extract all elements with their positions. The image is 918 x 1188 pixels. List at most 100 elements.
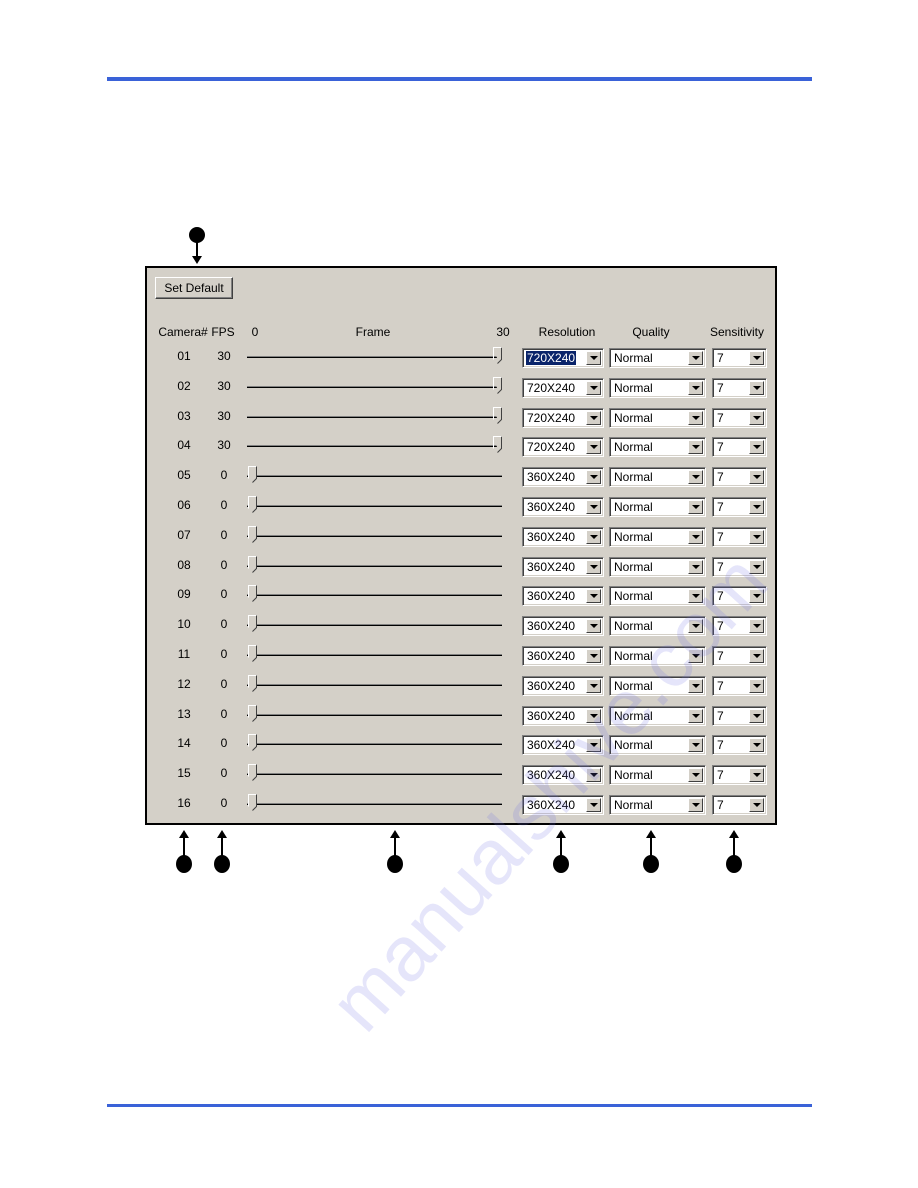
- resolution-select[interactable]: 360X240: [522, 586, 604, 607]
- frame-slider-thumb[interactable]: [248, 794, 257, 811]
- dropdown-arrow-icon[interactable]: [586, 768, 601, 783]
- dropdown-arrow-icon[interactable]: [749, 470, 764, 485]
- frame-slider-thumb[interactable]: [248, 555, 257, 573]
- frame-slider-track[interactable]: [247, 773, 502, 776]
- frame-slider-thumb[interactable]: [248, 764, 257, 782]
- sensitivity-select[interactable]: 7: [712, 735, 767, 756]
- resolution-select[interactable]: 360X240: [522, 497, 604, 517]
- resolution-select[interactable]: 720X240: [522, 437, 604, 458]
- sensitivity-select[interactable]: 7: [712, 407, 767, 428]
- quality-select[interactable]: Normal: [609, 586, 706, 607]
- dropdown-arrow-icon[interactable]: [749, 649, 764, 663]
- dropdown-arrow-icon[interactable]: [688, 470, 703, 485]
- dropdown-arrow-icon[interactable]: [586, 440, 601, 455]
- quality-select[interactable]: Normal: [609, 348, 706, 368]
- dropdown-arrow-icon[interactable]: [586, 410, 601, 425]
- dropdown-arrow-icon[interactable]: [586, 351, 601, 365]
- dropdown-arrow-icon[interactable]: [688, 410, 703, 425]
- quality-select[interactable]: Normal: [609, 407, 706, 428]
- dropdown-arrow-icon[interactable]: [586, 589, 601, 604]
- frame-slider-thumb[interactable]: [248, 674, 257, 692]
- frame-slider-thumb[interactable]: [248, 615, 257, 633]
- frame-slider-track[interactable]: [247, 594, 502, 597]
- resolution-select[interactable]: 720X240: [522, 348, 604, 368]
- sensitivity-select[interactable]: 7: [712, 437, 767, 458]
- dropdown-arrow-icon[interactable]: [749, 559, 764, 574]
- frame-slider-track[interactable]: [247, 415, 502, 418]
- dropdown-arrow-icon[interactable]: [688, 798, 703, 812]
- frame-slider-track[interactable]: [247, 683, 502, 686]
- dropdown-arrow-icon[interactable]: [688, 351, 703, 365]
- quality-select[interactable]: Normal: [609, 705, 706, 726]
- sensitivity-select[interactable]: 7: [712, 586, 767, 607]
- resolution-select[interactable]: 720X240: [522, 407, 604, 428]
- dropdown-arrow-icon[interactable]: [749, 410, 764, 425]
- quality-select[interactable]: Normal: [609, 526, 706, 547]
- frame-slider-track[interactable]: [247, 445, 502, 448]
- quality-select[interactable]: Normal: [609, 675, 706, 696]
- sensitivity-select[interactable]: 7: [712, 616, 767, 637]
- resolution-select[interactable]: 360X240: [522, 705, 604, 726]
- sensitivity-select[interactable]: 7: [712, 377, 767, 398]
- resolution-select[interactable]: 360X240: [522, 467, 604, 488]
- resolution-select[interactable]: 360X240: [522, 675, 604, 696]
- frame-slider-track[interactable]: [247, 385, 502, 388]
- dropdown-arrow-icon[interactable]: [688, 708, 703, 723]
- frame-slider-track[interactable]: [247, 654, 502, 656]
- dropdown-arrow-icon[interactable]: [749, 798, 764, 812]
- sensitivity-select[interactable]: 7: [712, 765, 767, 786]
- dropdown-arrow-icon[interactable]: [749, 440, 764, 455]
- sensitivity-select[interactable]: 7: [712, 556, 767, 577]
- dropdown-arrow-icon[interactable]: [688, 678, 703, 693]
- sensitivity-select[interactable]: 7: [712, 467, 767, 488]
- resolution-select[interactable]: 720X240: [522, 377, 604, 398]
- frame-slider-thumb[interactable]: [248, 585, 257, 603]
- frame-slider-track[interactable]: [247, 713, 502, 716]
- frame-slider-track[interactable]: [247, 743, 502, 746]
- quality-select[interactable]: Normal: [609, 437, 706, 458]
- frame-slider-thumb[interactable]: [248, 496, 257, 513]
- frame-slider-track[interactable]: [247, 356, 502, 358]
- frame-slider-track[interactable]: [247, 534, 502, 537]
- dropdown-arrow-icon[interactable]: [586, 708, 601, 723]
- frame-slider-track[interactable]: [247, 475, 502, 478]
- resolution-select[interactable]: 360X240: [522, 616, 604, 637]
- dropdown-arrow-icon[interactable]: [688, 529, 703, 544]
- dropdown-arrow-icon[interactable]: [688, 649, 703, 663]
- frame-slider-track[interactable]: [247, 803, 502, 805]
- frame-slider-track[interactable]: [247, 564, 502, 567]
- quality-select[interactable]: Normal: [609, 646, 706, 666]
- sensitivity-select[interactable]: 7: [712, 348, 767, 368]
- quality-select[interactable]: Normal: [609, 556, 706, 577]
- sensitivity-select[interactable]: 7: [712, 497, 767, 517]
- frame-slider-thumb[interactable]: [248, 525, 257, 543]
- dropdown-arrow-icon[interactable]: [749, 351, 764, 365]
- dropdown-arrow-icon[interactable]: [749, 529, 764, 544]
- dropdown-arrow-icon[interactable]: [749, 589, 764, 604]
- dropdown-arrow-icon[interactable]: [688, 500, 703, 514]
- sensitivity-select[interactable]: 7: [712, 646, 767, 666]
- dropdown-arrow-icon[interactable]: [749, 500, 764, 514]
- quality-select[interactable]: Normal: [609, 616, 706, 637]
- frame-slider-thumb[interactable]: [248, 466, 257, 484]
- dropdown-arrow-icon[interactable]: [749, 768, 764, 783]
- dropdown-arrow-icon[interactable]: [586, 619, 601, 634]
- dropdown-arrow-icon[interactable]: [749, 738, 764, 753]
- dropdown-arrow-icon[interactable]: [749, 380, 764, 395]
- dropdown-arrow-icon[interactable]: [749, 678, 764, 693]
- dropdown-arrow-icon[interactable]: [749, 708, 764, 723]
- frame-slider-thumb[interactable]: [493, 347, 502, 364]
- frame-slider-track[interactable]: [247, 624, 502, 627]
- dropdown-arrow-icon[interactable]: [586, 559, 601, 574]
- frame-slider-thumb[interactable]: [493, 436, 502, 454]
- dropdown-arrow-icon[interactable]: [749, 619, 764, 634]
- dropdown-arrow-icon[interactable]: [586, 380, 601, 395]
- dropdown-arrow-icon[interactable]: [586, 529, 601, 544]
- resolution-select[interactable]: 360X240: [522, 735, 604, 756]
- frame-slider-thumb[interactable]: [493, 406, 502, 424]
- dropdown-arrow-icon[interactable]: [586, 798, 601, 812]
- frame-slider-thumb[interactable]: [248, 734, 257, 752]
- dropdown-arrow-icon[interactable]: [586, 738, 601, 753]
- dropdown-arrow-icon[interactable]: [688, 619, 703, 634]
- sensitivity-select[interactable]: 7: [712, 795, 767, 815]
